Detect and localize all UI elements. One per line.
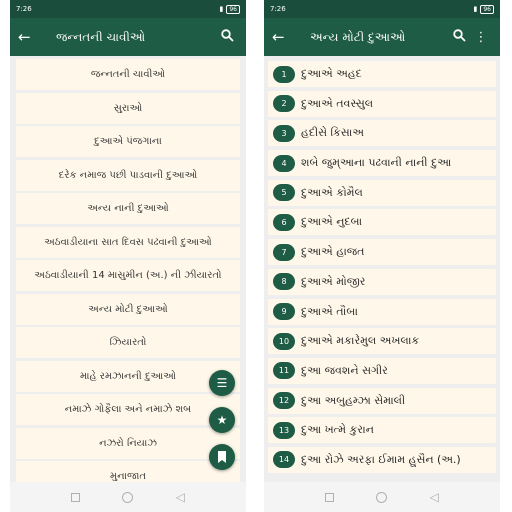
list-item[interactable]: 6 દુઆએ નુદબા [268,209,496,236]
item-number: 4 [273,154,295,172]
status-icons: ▮ 96 [473,4,494,14]
back-triangle-icon[interactable]: ◁ [430,490,439,504]
system-nav-bar: ◁ [10,482,246,512]
app-bar: ← જન્નતની ચાવીઓ [10,18,246,56]
arrow-left-icon[interactable]: ← [18,28,38,46]
item-label: દુઆએ અહદ [301,67,362,80]
search-icon[interactable] [216,28,238,46]
item-label: દુઆ અબુહમ્ઝા સેમાલી [301,393,406,407]
item-number: 14 [273,451,295,469]
item-number: 10 [273,332,295,350]
list-item[interactable]: 13 દુઆ ખત્મે કુરાન [268,417,496,444]
item-label: દુઆએ મકારેમુલ અખલાક [301,334,420,348]
item-label: દુઆ રોઝે અરફા ઈમામ હુસૈન (અ.) [301,452,461,466]
signal-icon: ▮ [473,5,478,13]
list-item[interactable]: દરેક નમાજ પછી પાડવાની દુઆઓ [16,159,240,191]
list-item[interactable]: અન્ય મોટી દુઆઓ [16,293,240,325]
item-label: શબે જુમ્આના પઢવાની નાની દુઆ [301,156,452,170]
list-item[interactable]: જન્નતની ચાવીઓ [16,59,240,90]
item-number: 8 [273,273,295,291]
list-item[interactable]: નમાઝે ગોફૈલા અને નમાઝે શબ [16,394,240,425]
status-time: 7:26 [270,5,286,13]
arrow-left-icon[interactable]: ← [272,28,292,46]
list-item[interactable]: સુરાઓ [16,92,240,124]
list-item[interactable]: 1 દુઆએ અહદ [268,61,496,87]
status-icons: ▮ 96 [219,4,240,14]
list-item[interactable]: 9 દુઆએ તૌબા [268,298,496,325]
home-icon[interactable] [376,491,388,503]
item-number: 5 [273,184,295,202]
list-item[interactable]: નઝરો નિયાઝ [16,427,240,459]
list-item[interactable]: દુઆએ પંજગાના [16,126,240,157]
item-label: દુઆ ખત્મે કુરાન [301,423,374,437]
home-icon[interactable] [122,491,134,503]
list-item[interactable]: ઝિયારતો [16,327,240,358]
item-number: 11 [273,362,295,380]
list-item[interactable]: 14 દુઆ રોઝે અરફા ઈમામ હુસૈન (અ.) [268,446,496,473]
status-bar: 7:26 ▮ 96 [10,0,246,18]
item-label: દુઆએ નુદબા [301,215,363,229]
item-label: દુઆએ કોમૈલ [301,185,363,199]
bookmark-icon[interactable] [209,444,235,470]
item-label: દુઆએ હાજત [301,245,365,259]
page-title: જન્નતની ચાવીઓ [56,29,146,44]
item-number: 13 [273,421,295,439]
list-item[interactable]: 5 દુઆએ કોમૈલ [268,179,496,206]
battery-icon: 96 [480,4,494,14]
status-bar: 7:26 ▮ 96 [264,0,500,18]
item-number: 2 [273,95,295,113]
search-icon[interactable] [448,28,470,46]
dua-list: 1 દુઆએ અહદ 2 દુઆએ તવસ્સુલ 3 હદીસે કિસાઅ 4 શબ… [264,56,500,473]
list-item[interactable]: અઠવાડીયાના સાત દિવસ પઢવાની દુઆઓ [16,226,240,258]
star-icon[interactable]: ★ [209,407,235,433]
list-item[interactable]: માહે રમઝાનની દુઆઓ [16,360,240,392]
item-label: દુઆએ તવસ્સુલ [301,96,374,110]
item-label: હદીસે કિસાઅ [301,126,364,140]
list-item[interactable]: 4 શબે જુમ્આના પઢવાની નાની દુઆ [268,150,496,177]
list-item[interactable]: 2 દુઆએ તવસ્સુલ [268,90,496,117]
right-screen: 7:26 ▮ 96 ← અન્ય મોટી દુઆઓ ⋮ 1 દુઆએ અહદ 2… [264,0,500,512]
item-number: 7 [273,243,295,261]
list-item[interactable]: 8 દુઆએ મોજીર [268,268,496,295]
list-item[interactable]: અઠવાડીયાની 14 માસુમીન (અ.) ની ઝીયારતો [16,260,240,291]
battery-icon: 96 [226,4,240,14]
list-item[interactable]: 7 દુઆએ હાજત [268,239,496,266]
item-label: દુઆએ તૌબા [301,304,358,318]
list-item[interactable]: 3 હદીસે કિસાઅ [268,120,496,147]
recents-icon[interactable] [71,492,81,502]
status-time: 7:26 [16,5,32,13]
item-number: 12 [273,392,295,410]
item-number: 1 [273,65,295,83]
item-label: દુઆએ મોજીર [301,274,366,288]
page-title: અન્ય મોટી દુઆઓ [310,29,406,44]
list-item[interactable]: 10 દુઆએ મકારેમુલ અખલાક [268,328,496,355]
item-label: દુઆ જવશને સગીર [301,363,388,377]
item-number: 9 [273,303,295,320]
app-bar: ← અન્ય મોટી દુઆઓ ⋮ [264,18,500,56]
left-screen: 7:26 ▮ 96 ← જન્નતની ચાવીઓ જન્નતની ચાવીઓ … [10,0,246,512]
signal-icon: ▮ [219,5,224,13]
list-item[interactable]: 11 દુઆ જવશને સગીર [268,357,496,384]
back-triangle-icon[interactable]: ◁ [176,490,185,504]
list-item[interactable]: 12 દુઆ અબુહમ્ઝા સેમાલી [268,387,496,414]
list-item[interactable]: અન્ય નાની દુઆઓ [16,193,240,224]
more-vert-icon[interactable]: ⋮ [470,30,492,45]
item-number: 6 [273,213,295,231]
recents-icon[interactable] [325,492,335,502]
list-icon[interactable]: ☰ [209,370,235,396]
system-nav-bar: ◁ [264,482,500,512]
item-number: 3 [273,124,295,142]
